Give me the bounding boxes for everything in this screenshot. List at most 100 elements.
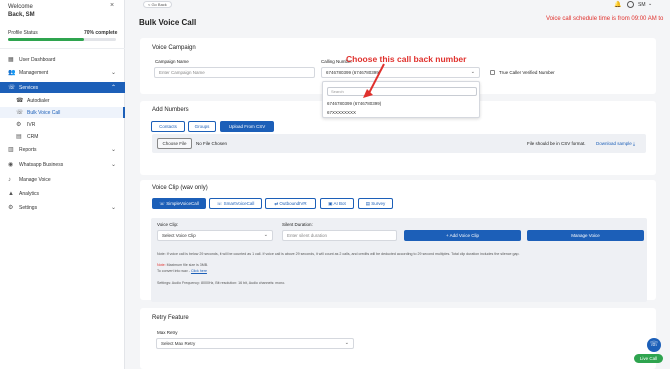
tab-smart-voice-call[interactable]: ☏ SmartVoiceCall bbox=[209, 198, 262, 209]
tab-ai-bot[interactable]: ▣ AI Bot bbox=[320, 198, 354, 209]
call-duration-note: Note: If voice call is below 29 seconds,… bbox=[157, 252, 520, 256]
tab-label: OutboundIVR bbox=[279, 201, 307, 206]
profile-complete-label: 70% complete bbox=[84, 30, 118, 36]
download-sample-button[interactable]: Download sample ⤓ bbox=[589, 138, 642, 149]
csv-note: File should be in CSV format. bbox=[527, 141, 586, 146]
tab-outbound-ivr[interactable]: ⇄ OutboundIVR bbox=[265, 198, 316, 209]
voice-clip-select-value: Select Voice Clip bbox=[162, 233, 196, 238]
live-call-button[interactable]: Live Call bbox=[634, 354, 663, 363]
sidebar-item-label: Management bbox=[19, 69, 49, 76]
sidebar-item-analytics[interactable]: ▲ Analytics bbox=[0, 188, 125, 199]
sidebar-item-autodialer[interactable]: ☎ Autodialer bbox=[0, 95, 125, 106]
upload-area: Choose File No File Chosen File should b… bbox=[152, 134, 646, 153]
chevron-down-icon: ⌄ bbox=[470, 69, 475, 75]
sidebar-item-label: Analytics bbox=[19, 190, 40, 197]
convert-link[interactable]: Click here bbox=[191, 269, 207, 273]
sidebar-item-bulk-voice-call[interactable]: ☏ Bulk Voice Call bbox=[0, 107, 125, 118]
sidebar-item-label: Autodialer bbox=[27, 97, 50, 104]
max-retry-label: Max Retry bbox=[157, 330, 178, 335]
tab-groups[interactable]: Groups bbox=[188, 121, 216, 132]
page-title: Bulk Voice Call bbox=[139, 18, 197, 27]
manage-voice-button[interactable]: Manage Voice bbox=[527, 230, 644, 241]
convert-note: To convert into wav - Click here bbox=[157, 269, 207, 273]
sidebar-item-label: User Dashboard bbox=[19, 56, 56, 63]
sidebar-item-crm[interactable]: ▤ CRM bbox=[0, 131, 125, 142]
note-prefix: Note: bbox=[157, 263, 166, 267]
welcome-user: Back, SM bbox=[8, 12, 35, 18]
management-icon: 👥 bbox=[8, 70, 16, 76]
services-icon: ☏ bbox=[8, 85, 16, 91]
add-voice-clip-button[interactable]: + Add Voice Clip bbox=[404, 230, 521, 241]
sidebar-item-services[interactable]: ☏ Services ⌃ bbox=[0, 82, 125, 93]
file-size-note: Note: Maximum file size is 3MB. bbox=[157, 263, 208, 267]
schedule-note: Voice call schedule time is from 09:00 A… bbox=[546, 16, 664, 22]
dropdown-option[interactable]: 67XXXXXXXX bbox=[327, 110, 356, 115]
voice-campaign-title: Voice Campaign bbox=[152, 45, 196, 51]
dropdown-search-input[interactable]: Search bbox=[327, 87, 477, 96]
retry-card: Retry Feature Max Retry Select Max Retry… bbox=[140, 308, 656, 369]
max-retry-select[interactable]: Select Max Retry ⌄ bbox=[156, 338, 354, 349]
true-caller-checkbox[interactable] bbox=[490, 70, 495, 75]
tab-label: AI Bot bbox=[333, 201, 346, 206]
calling-number-dropdown: Search 6746780399 (6746780399) 67XXXXXXX… bbox=[322, 81, 480, 118]
sidebar-item-manage-voice[interactable]: ♪ Manage Voice bbox=[0, 174, 125, 185]
sidebar-item-label: Manage Voice bbox=[19, 176, 51, 183]
add-numbers-title: Add Numbers bbox=[152, 107, 189, 113]
campaign-name-input[interactable]: Enter Campaign Name bbox=[154, 67, 315, 78]
sidebar-item-dashboard[interactable]: ▦ User Dashboard bbox=[0, 54, 125, 65]
autodialer-icon: ☎ bbox=[16, 98, 24, 104]
chevron-down-icon: ⌄ bbox=[263, 232, 268, 238]
voice-clip-panel: Voice Clip: Select Voice Clip ⌄ Silent D… bbox=[151, 218, 647, 302]
bulk-voice-icon: ☏ bbox=[16, 110, 24, 116]
reports-icon: ▥ bbox=[8, 147, 14, 153]
chevron-down-icon: ⌄ bbox=[344, 340, 349, 346]
ivr-icon: ⚙ bbox=[16, 122, 22, 128]
choose-file-button[interactable]: Choose File bbox=[157, 138, 192, 149]
analytics-icon: ▲ bbox=[8, 190, 14, 197]
voice-clip-card: Voice Clip (wav only) ☏ SimpleVoiceCall … bbox=[140, 180, 656, 302]
chevron-down-icon: ⌄ bbox=[111, 205, 117, 211]
sidebar-item-label: Reports bbox=[19, 146, 37, 153]
sidebar-item-reports[interactable]: ▥ Reports ⌄ bbox=[0, 144, 125, 155]
sidebar: Welcome Back, SM × Profile Status 70% co… bbox=[0, 0, 125, 369]
user-initials[interactable]: SM bbox=[638, 2, 646, 8]
sidebar-item-label: Settings bbox=[19, 204, 38, 211]
profile-status-label: Profile Status bbox=[8, 30, 38, 36]
sidebar-divider bbox=[0, 48, 125, 49]
chevron-up-icon: ⌃ bbox=[111, 85, 117, 91]
voice-clip-select[interactable]: Select Voice Clip ⌄ bbox=[157, 230, 273, 241]
go-back-button[interactable]: < Go Back bbox=[143, 1, 172, 8]
microphone-icon: ♪ bbox=[8, 176, 11, 183]
chevron-down-icon: ⌄ bbox=[111, 70, 117, 76]
chevron-down-icon: ⌄ bbox=[111, 147, 117, 153]
dropdown-option[interactable]: 6746780399 (6746780399) bbox=[327, 101, 381, 106]
settings-icon: ⚙ bbox=[8, 205, 14, 211]
sidebar-item-ivr[interactable]: ⚙ IVR bbox=[0, 119, 125, 130]
avatar[interactable] bbox=[627, 1, 634, 8]
calling-number-select[interactable]: 6746780399 (6746780399) ⌄ bbox=[321, 67, 480, 78]
bell-icon[interactable]: 🔔 bbox=[614, 1, 621, 8]
tab-label: SmartVoiceCall bbox=[223, 201, 255, 206]
welcome-line: Welcome bbox=[8, 4, 33, 10]
phone-icon[interactable]: ☏ bbox=[647, 338, 661, 352]
close-icon[interactable]: × bbox=[110, 2, 114, 9]
sidebar-item-settings[interactable]: ⚙ Settings ⌄ bbox=[0, 202, 125, 213]
campaign-name-label: Campaign Name bbox=[155, 59, 189, 64]
tab-survey[interactable]: ▤ Survey bbox=[358, 198, 393, 209]
sidebar-item-management[interactable]: 👥 Management ⌄ bbox=[0, 67, 125, 78]
silent-duration-input[interactable]: Enter silent duration bbox=[282, 230, 397, 241]
chevron-down-icon: ⌄ bbox=[111, 162, 117, 168]
sidebar-item-label: CRM bbox=[27, 133, 39, 140]
retry-title: Retry Feature bbox=[152, 315, 189, 321]
tab-contacts[interactable]: Contacts bbox=[151, 121, 185, 132]
tab-upload-csv[interactable]: Upload From CSV bbox=[220, 121, 274, 132]
max-retry-value: Select Max Retry bbox=[161, 341, 196, 346]
voice-clip-label: Voice Clip: bbox=[157, 222, 179, 227]
tab-simple-voice-call[interactable]: ☏ SimpleVoiceCall bbox=[152, 198, 206, 209]
sidebar-item-whatsapp[interactable]: ◉ Whatsapp Business ⌄ bbox=[0, 159, 125, 170]
profile-progress-fill bbox=[8, 38, 84, 41]
sidebar-item-label: Bulk Voice Call bbox=[27, 109, 61, 116]
audio-settings-note: Settings: Audio Frequency: 8000Hz, Bit r… bbox=[157, 281, 286, 285]
true-caller-label: True Caller Verified Number bbox=[499, 70, 555, 75]
chevron-down-icon[interactable]: ⌄ bbox=[648, 1, 652, 7]
